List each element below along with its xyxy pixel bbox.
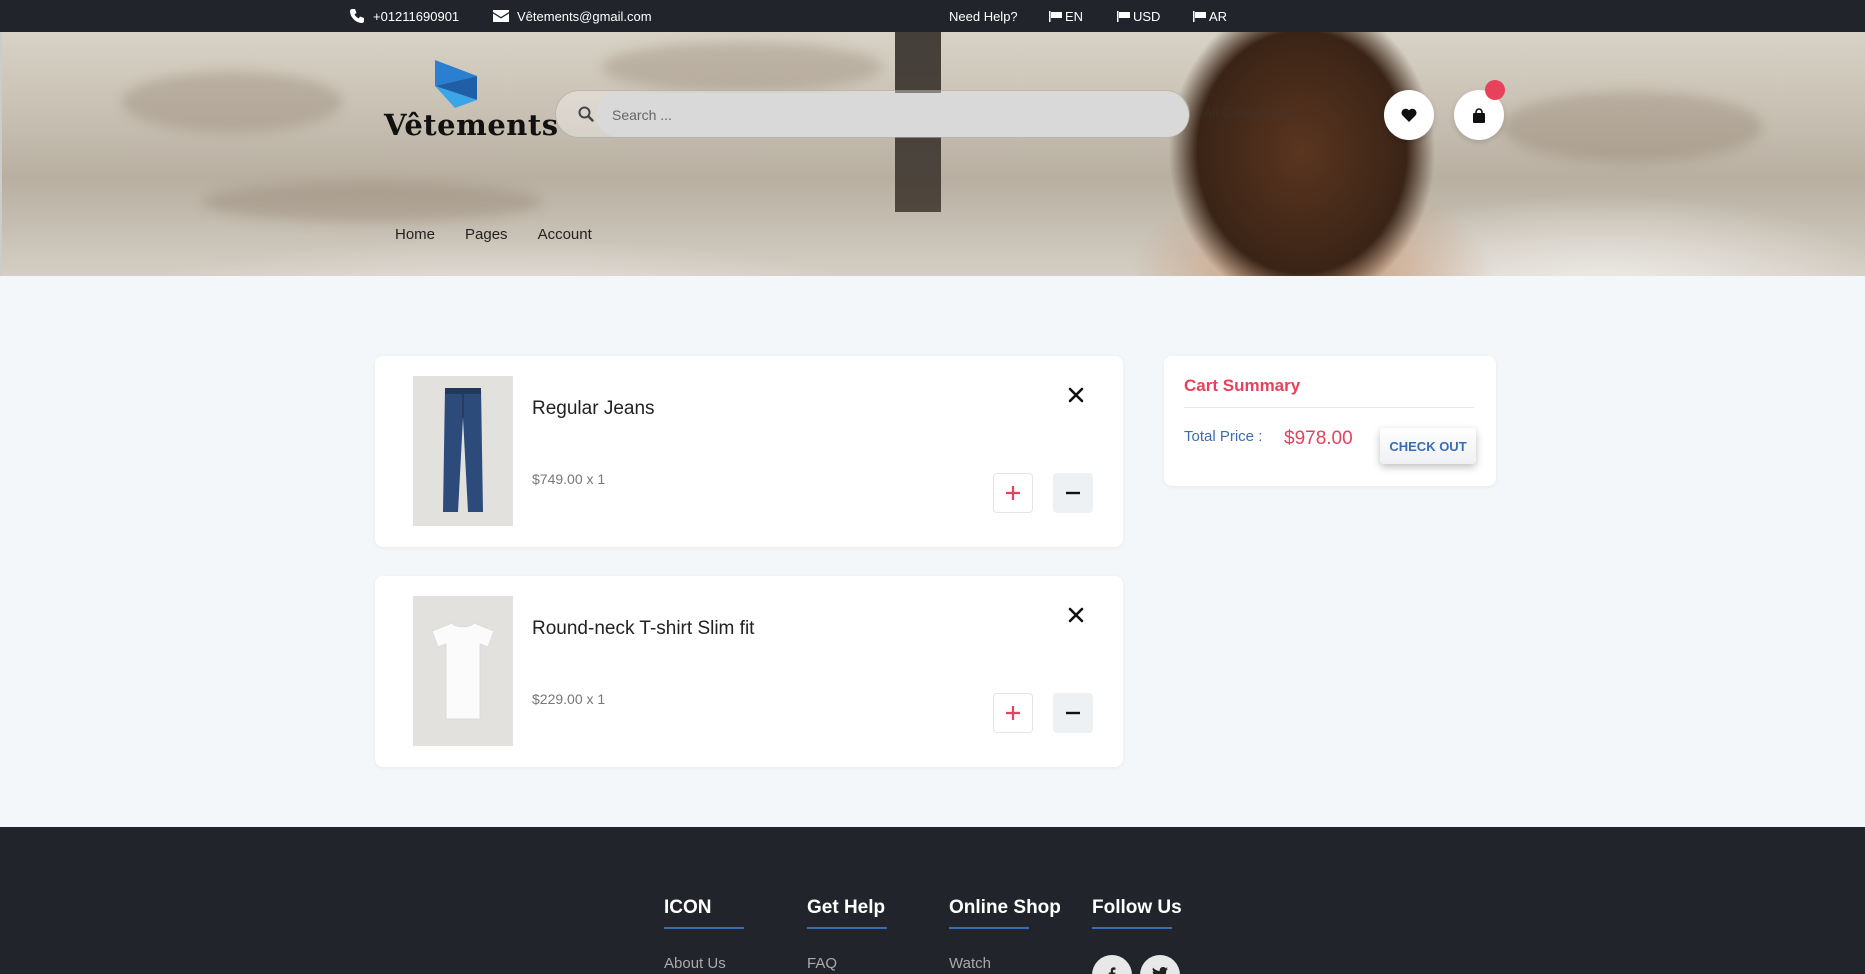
search-bar[interactable] <box>555 90 1190 138</box>
product-name[interactable]: Round-neck T-shirt Slim fit <box>532 618 754 640</box>
product-price-line: $749.00 x 1 <box>532 471 606 487</box>
total-price-value: $978.00 <box>1284 428 1353 449</box>
footer-link-watch[interactable]: Watch <box>949 955 1061 972</box>
email-address: Vêtements@gmail.com <box>517 8 652 24</box>
top-bar: +01211690901 Vêtements@gmail.com Need He… <box>0 0 1865 32</box>
total-price-label: Total Price : <box>1184 428 1263 445</box>
language-ar[interactable]: AR <box>1193 0 1227 32</box>
logo[interactable]: Vêtements <box>384 58 558 148</box>
phone-icon <box>350 9 364 23</box>
currency-label: USD <box>1133 8 1161 24</box>
footer-column-follow-us: Follow Us <box>1092 897 1182 929</box>
social-links <box>1092 955 1180 974</box>
footer-heading: Follow Us <box>1092 897 1182 918</box>
heart-icon <box>1401 108 1417 122</box>
footer-link-faq[interactable]: FAQ <box>807 955 887 972</box>
currency-usd[interactable]: USD <box>1117 0 1160 32</box>
jeans-image <box>443 388 483 512</box>
flag-icon <box>1117 10 1130 22</box>
main-nav: Home Pages Account <box>395 226 592 243</box>
remove-item-button[interactable] <box>1063 602 1089 628</box>
checkout-button[interactable]: CHECK OUT <box>1380 428 1476 464</box>
hero-header <box>0 32 1865 276</box>
phone-number: +01211690901 <box>373 8 460 24</box>
twitter-button[interactable] <box>1140 955 1180 974</box>
nav-item-account[interactable]: Account <box>538 226 592 243</box>
language-en[interactable]: EN <box>1049 0 1083 32</box>
shopping-bag-icon <box>1473 107 1485 123</box>
cart-item: Regular Jeans $749.00 x 1 <box>375 356 1123 547</box>
footer-heading: Get Help <box>807 897 886 918</box>
close-icon <box>1068 607 1084 623</box>
footer-heading: Online Shop <box>949 897 1061 918</box>
flag-icon <box>1193 10 1206 22</box>
heading-underline <box>1092 927 1172 929</box>
close-icon <box>1068 387 1084 403</box>
logo-mark-icon <box>435 60 477 108</box>
email-contact[interactable]: Vêtements@gmail.com <box>493 0 652 32</box>
search-icon <box>578 106 594 122</box>
plus-icon <box>1006 486 1020 500</box>
footer-link-about-us[interactable]: About Us <box>664 955 744 972</box>
footer-column-online-shop: Online Shop Watch <box>949 897 1061 972</box>
product-price-line: $229.00 x 1 <box>532 691 606 707</box>
minus-icon <box>1066 711 1080 715</box>
footer: ICON About Us Get Help FAQ Online Shop W… <box>0 827 1865 974</box>
increase-quantity-button[interactable] <box>993 473 1033 513</box>
footer-column-icon: ICON About Us <box>664 897 744 972</box>
footer-heading: ICON <box>664 897 712 918</box>
wishlist-button[interactable] <box>1384 90 1434 140</box>
cart-item: Round-neck T-shirt Slim fit $229.00 x 1 <box>375 576 1123 767</box>
phone-contact[interactable]: +01211690901 <box>349 0 459 32</box>
increase-quantity-button[interactable] <box>993 693 1033 733</box>
language-ar-label: AR <box>1209 8 1228 24</box>
language-en-label: EN <box>1065 8 1084 24</box>
help-label: Need Help? <box>949 8 1018 24</box>
nav-item-home[interactable]: Home <box>395 226 435 243</box>
twitter-icon <box>1152 967 1168 974</box>
product-image-tshirt[interactable] <box>413 596 513 746</box>
cart-summary-title: Cart Summary <box>1184 376 1301 395</box>
product-image-jeans[interactable] <box>413 376 513 526</box>
divider <box>1184 407 1474 408</box>
heading-underline <box>664 927 744 929</box>
search-input[interactable] <box>596 93 1189 137</box>
facebook-button[interactable] <box>1092 955 1132 974</box>
minus-icon <box>1066 491 1080 495</box>
cart-summary: Cart Summary Total Price : $978.00 CHECK… <box>1164 356 1496 486</box>
heading-underline <box>949 927 1029 929</box>
nav-item-pages[interactable]: Pages <box>465 226 508 243</box>
hero-background-image <box>2 32 1865 276</box>
product-name[interactable]: Regular Jeans <box>532 398 655 420</box>
flag-icon <box>1049 10 1062 22</box>
envelope-icon <box>493 10 509 22</box>
remove-item-button[interactable] <box>1063 382 1089 408</box>
all-categories-select[interactable]: All Categories <box>1203 104 1290 120</box>
help-link[interactable]: Need Help? <box>949 0 1018 32</box>
cart-count-badge <box>1485 80 1505 100</box>
facebook-icon <box>1108 967 1116 974</box>
tshirt-image <box>431 622 495 720</box>
logo-text: Vêtements <box>384 108 559 142</box>
heading-underline <box>807 927 887 929</box>
plus-icon <box>1006 706 1020 720</box>
decrease-quantity-button[interactable] <box>1053 693 1093 733</box>
footer-column-get-help: Get Help FAQ <box>807 897 887 972</box>
decrease-quantity-button[interactable] <box>1053 473 1093 513</box>
